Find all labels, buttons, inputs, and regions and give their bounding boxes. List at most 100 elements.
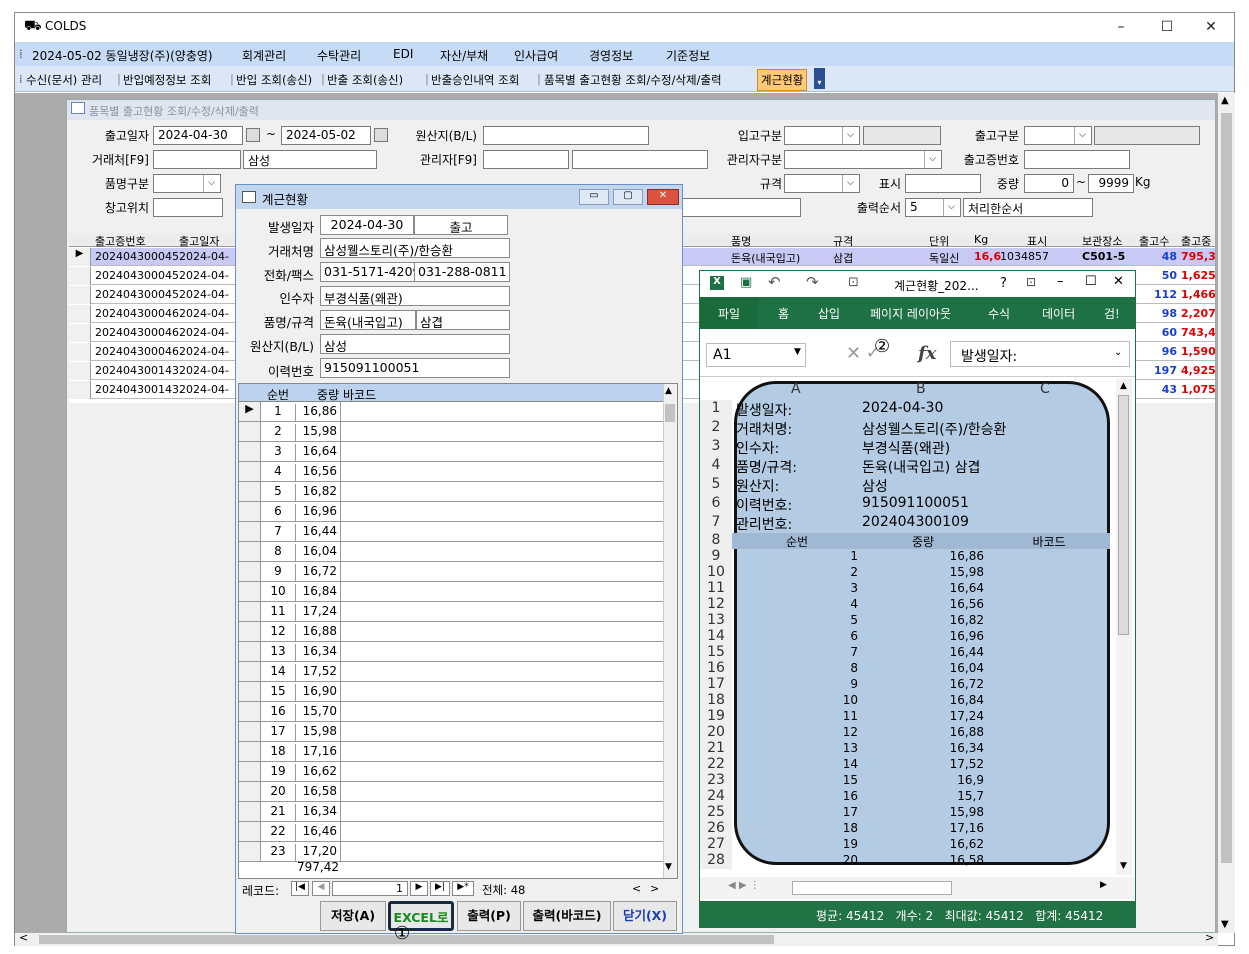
dialog-date-field[interactable]: 2024-04-30 [320, 215, 414, 235]
sheet-row[interactable]: 23 15 16,9 [700, 773, 1110, 789]
barcode-cell[interactable] [340, 582, 663, 601]
tb-planned-in[interactable]: 반입예정정보 조회 [123, 72, 211, 88]
origin-field[interactable] [483, 126, 649, 145]
barcode-cell[interactable] [340, 542, 663, 561]
chevron-down-icon[interactable]: ⌵ [842, 127, 858, 144]
weight-from-field[interactable]: 0 [1024, 174, 1074, 193]
row-selector[interactable] [239, 642, 261, 661]
weight-cell[interactable]: 16,84 [295, 584, 339, 601]
cell-b[interactable]: 15,98 [862, 565, 984, 579]
cell-b[interactable]: 17,16 [862, 821, 984, 835]
row-selector[interactable] [239, 462, 261, 481]
cell-a[interactable]: 8 [736, 661, 858, 675]
calendar-icon[interactable] [374, 128, 388, 142]
redo-icon[interactable]: ↷ [806, 273, 819, 291]
date-from-field[interactable]: 2024-04-30 [153, 126, 243, 145]
tb-out-approval[interactable]: 반출승인내역 조회 [431, 72, 519, 88]
barcode-cell[interactable] [340, 702, 663, 721]
cell-b[interactable]: 15,7 [862, 789, 984, 803]
barcode-cell[interactable] [340, 802, 663, 821]
row-selector[interactable] [69, 305, 91, 323]
barcode-cell[interactable] [340, 722, 663, 741]
list-item[interactable]: 9 16,72 [239, 562, 663, 582]
scroll-right-icon[interactable]: > [650, 882, 659, 895]
row-selector[interactable] [239, 842, 261, 861]
cell-a[interactable]: 14 [736, 757, 858, 771]
tb-in-query[interactable]: 반입 조회(송신) [236, 72, 312, 88]
sheet-row[interactable]: 20 12 16,88 [700, 725, 1110, 741]
sheet-row[interactable]: 16 8 16,04 [700, 661, 1110, 677]
cell-b[interactable]: 16,44 [862, 645, 984, 659]
row-selector[interactable]: ▶ [69, 248, 91, 266]
cell-a[interactable]: 18 [736, 821, 858, 835]
cell-b[interactable]: 삼성웰스토리(주)/한승환 [862, 419, 1006, 439]
dialog-origin-field[interactable]: 삼성 [320, 334, 510, 354]
maximize-button[interactable]: ☐ [1144, 13, 1190, 41]
sheet-row[interactable]: 19 11 17,24 [700, 709, 1110, 725]
dialog-spec-field[interactable]: 삼겹 [416, 310, 510, 330]
weight-cell[interactable]: 16,90 [295, 684, 339, 701]
dialog-phone-field[interactable]: 031-5171-4209 [320, 262, 416, 282]
list-item[interactable]: 2 15,98 [239, 422, 663, 442]
list-item[interactable]: 22 16,46 [239, 822, 663, 842]
sheet-row[interactable]: 14 6 16,96 [700, 629, 1110, 645]
list-item[interactable]: 5 16,82 [239, 482, 663, 502]
dialog-maximize-button[interactable]: ▢ [613, 189, 643, 205]
dialog-receiver-field[interactable]: 부경식품(왜관) [320, 286, 510, 306]
first-record-icon[interactable]: |◀ [291, 881, 309, 896]
cell-b[interactable]: 16,82 [862, 613, 984, 627]
weight-cell[interactable]: 17,16 [295, 744, 339, 761]
barcode-cell[interactable] [340, 442, 663, 461]
cell-a[interactable]: 17 [736, 805, 858, 819]
cell-a[interactable]: 20 [736, 853, 858, 867]
col-weight[interactable]: 중량 [297, 386, 339, 403]
weight-cell[interactable]: 16,34 [295, 804, 339, 821]
cell-b[interactable]: 2024-04-30 [862, 400, 943, 416]
weight-cell[interactable]: 15,70 [295, 704, 339, 721]
chevron-down-icon[interactable]: ⌵ [842, 175, 858, 192]
weight-cell[interactable]: 16,62 [295, 764, 339, 781]
tab-file[interactable]: 파일 [718, 305, 740, 322]
last-record-icon[interactable]: ▶| [430, 881, 450, 896]
barcode-cell[interactable] [340, 402, 663, 421]
col-header[interactable]: 규격 [833, 233, 873, 248]
tab-formulas[interactable]: 수식 [988, 305, 1010, 322]
col-header[interactable]: 품명 [731, 233, 791, 248]
chevron-down-icon[interactable]: ⌵ [1074, 127, 1090, 144]
vertical-scrollbar[interactable]: ▲ ▼ [1218, 93, 1235, 933]
dialog-item-field[interactable]: 돈육(내국입고) [320, 310, 416, 330]
row-selector[interactable] [239, 542, 261, 561]
mark-field[interactable] [905, 174, 981, 193]
col-b-header[interactable]: B [916, 381, 926, 397]
row-selector[interactable] [69, 343, 91, 361]
subgrid-scrollbar[interactable] [663, 384, 677, 878]
cell-a[interactable]: 2 [736, 565, 858, 579]
weight-cell[interactable]: 16,46 [295, 824, 339, 841]
minimize-icon[interactable]: – [1057, 274, 1064, 289]
scroll-down-icon[interactable]: ▼ [1221, 919, 1229, 930]
cell-b[interactable]: 부경식품(왜관) [862, 438, 950, 458]
row-selector[interactable] [239, 682, 261, 701]
cell-b[interactable]: 15,98 [862, 805, 984, 819]
list-item[interactable]: 3 16,64 [239, 442, 663, 462]
barcode-cell[interactable] [340, 662, 663, 681]
sheet-row[interactable]: 1 발생일자: 2024-04-30 [700, 400, 1110, 419]
tab-review[interactable]: 검! [1104, 305, 1126, 322]
cell-a[interactable]: 6 [736, 629, 858, 643]
row-selector[interactable] [69, 381, 91, 399]
cell-a[interactable]: 이력번호: [736, 495, 792, 515]
list-item[interactable]: 6 16,96 [239, 502, 663, 522]
row-selector[interactable] [239, 442, 261, 461]
table-header-cell[interactable]: 중량 [862, 533, 984, 550]
sheet-row[interactable]: 26 18 17,16 [700, 821, 1110, 837]
expand-formula-icon[interactable]: ⌄ [1114, 347, 1122, 358]
row-selector[interactable] [239, 802, 261, 821]
close-icon[interactable]: ✕ [1113, 274, 1124, 289]
list-item[interactable]: 4 16,56 [239, 462, 663, 482]
weight-cell[interactable]: 16,34 [295, 644, 339, 661]
row-selector[interactable] [239, 562, 261, 581]
cell-a[interactable]: 11 [736, 709, 858, 723]
tab-insert[interactable]: 삽입 [818, 305, 840, 322]
close-button[interactable]: 닫기(X) [613, 901, 677, 931]
weight-cell[interactable]: 17,24 [295, 604, 339, 621]
